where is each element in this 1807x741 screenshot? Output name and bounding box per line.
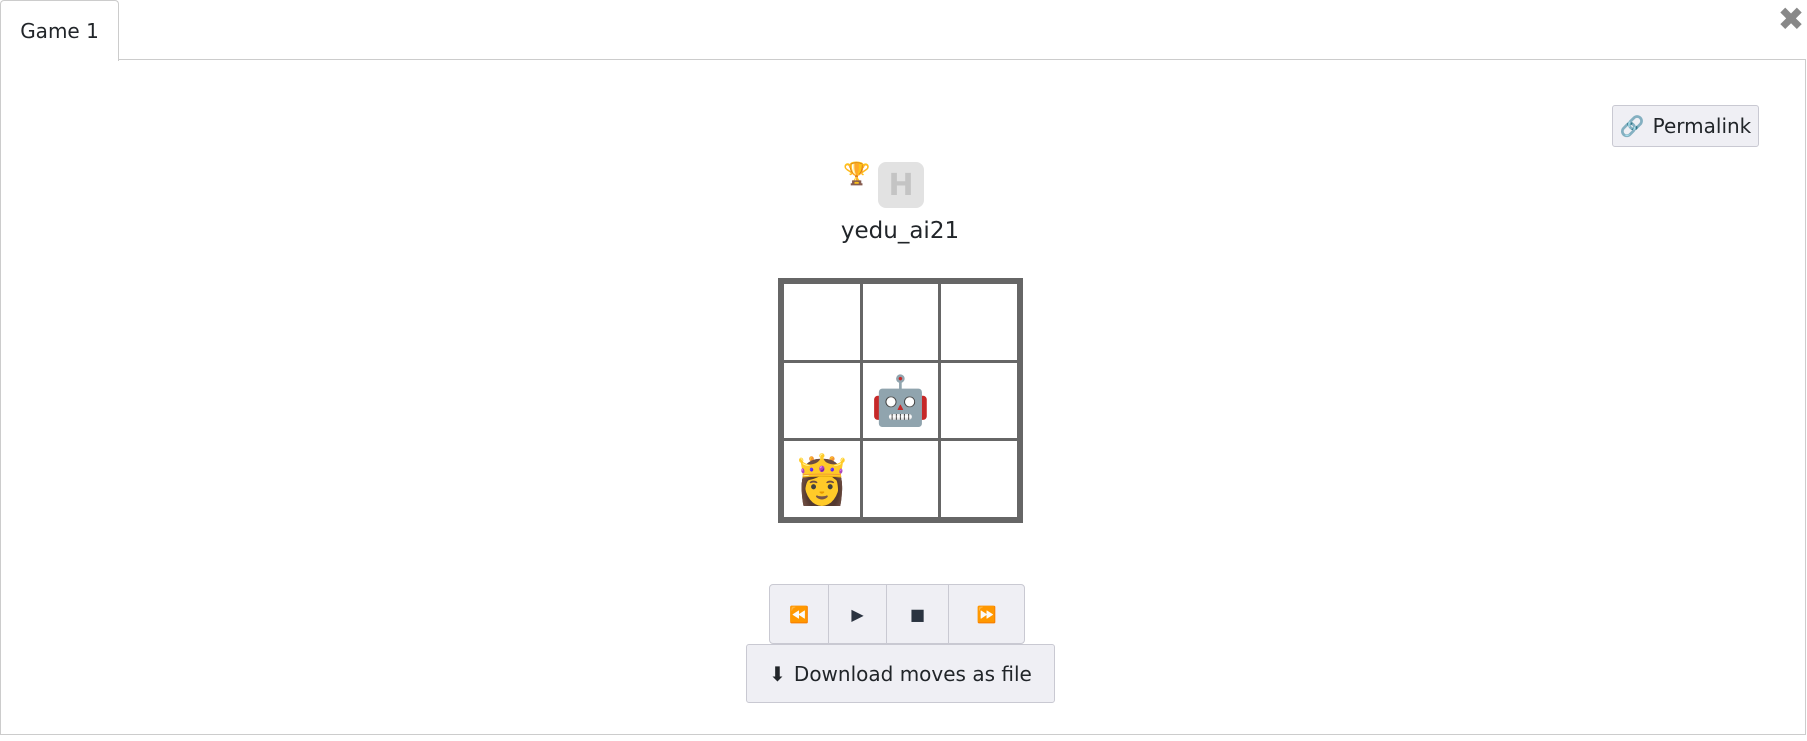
board-cell [941, 284, 1017, 360]
download-moves-button[interactable]: ⬇ Download moves as file [746, 644, 1055, 703]
fast-forward-button[interactable]: ⏩ [949, 585, 1024, 643]
queen-piece: 👸 [791, 451, 852, 508]
h-icon: H [878, 162, 924, 208]
board-cell [941, 362, 1017, 439]
play-button[interactable]: ▶ [829, 585, 887, 643]
player-name: yedu_ai21 [840, 218, 960, 244]
download-icon: ⬇ [769, 661, 786, 686]
tab-game-1[interactable]: Game 1 [0, 0, 119, 61]
stop-button[interactable]: ■ [887, 585, 949, 643]
playback-controls: ⏪ ▶ ■ ⏩ [769, 584, 1025, 644]
permalink-label: Permalink [1652, 114, 1752, 138]
board-cell [784, 362, 860, 439]
tab-label: Game 1 [20, 19, 99, 43]
permalink-button[interactable]: 🔗 Permalink [1612, 105, 1759, 147]
link-icon: 🔗 [1619, 114, 1645, 138]
download-label: Download moves as file [793, 661, 1032, 686]
board-cell: 👸 [784, 441, 860, 517]
board-cell [862, 284, 939, 360]
board-cell: 🤖 [862, 362, 939, 439]
robot-piece: 🤖 [870, 372, 931, 429]
close-icon[interactable]: ✖ [1776, 3, 1806, 35]
board-cell [784, 284, 860, 360]
rewind-button[interactable]: ⏪ [770, 585, 829, 643]
game-board: 🤖 👸 [778, 278, 1023, 523]
board-cell [862, 441, 939, 517]
board-cell [941, 441, 1017, 517]
trophy-icon: 🏆 [843, 162, 871, 187]
